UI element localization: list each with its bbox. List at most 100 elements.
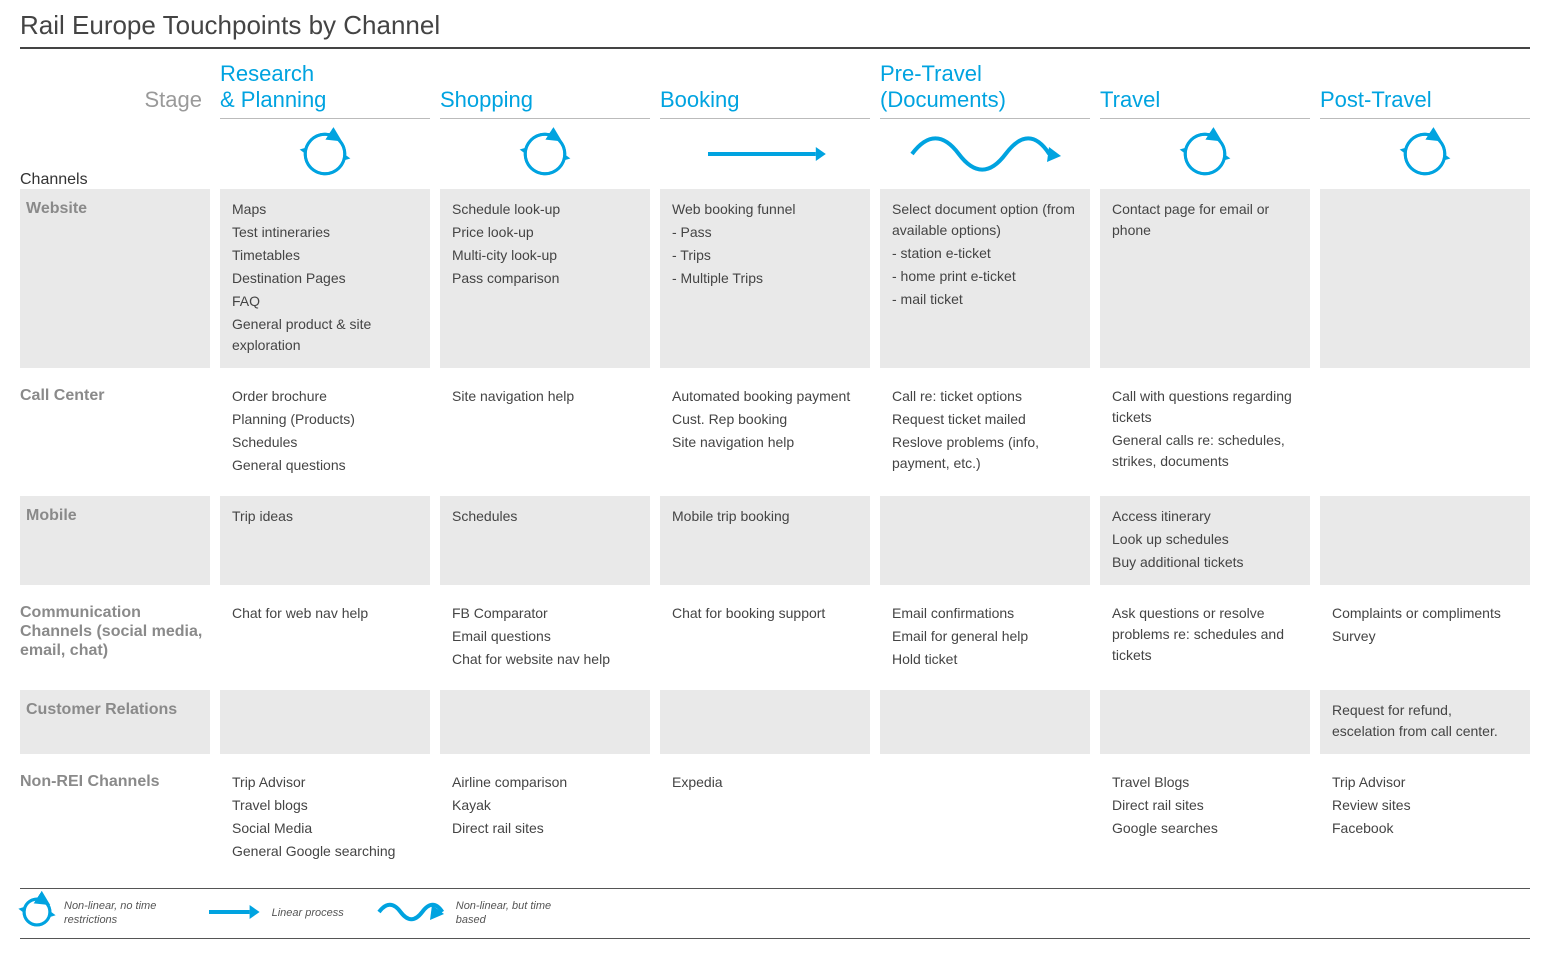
cell-5-1: Airline comparisonKayakDirect rail sites	[440, 762, 650, 874]
cell-4-0	[220, 690, 430, 754]
touchpoint-item: Destination Pages	[232, 268, 418, 289]
cell-3-1: FB ComparatorEmail questionsChat for web…	[440, 593, 650, 682]
cell-1-0: Order brochurePlanning (Products)Schedul…	[220, 376, 430, 488]
arrow-icon	[204, 900, 262, 927]
touchpoint-item: Mobile trip booking	[672, 506, 858, 527]
cell-1-2: Automated booking paymentCust. Rep booki…	[660, 376, 870, 488]
touchpoint-item: Review sites	[1332, 795, 1518, 816]
channels-axis-label: Channels	[20, 119, 210, 189]
touchpoint-item: Google searches	[1112, 818, 1298, 839]
touchpoint-item: Site navigation help	[672, 432, 858, 453]
touchpoint-item: Maps	[232, 199, 418, 220]
legend-item-arrow: Linear process	[204, 900, 344, 927]
cell-0-3: Select document option (from available o…	[880, 189, 1090, 368]
touchpoint-item: Email questions	[452, 626, 638, 647]
touchpoint-item: - mail ticket	[892, 289, 1078, 310]
page-title: Rail Europe Touchpoints by Channel	[20, 10, 1530, 49]
cell-2-2: Mobile trip booking	[660, 496, 870, 585]
touchpoint-item: - Multiple Trips	[672, 268, 858, 289]
channel-label-0: Website	[20, 189, 210, 368]
cell-5-3	[880, 762, 1090, 874]
cell-4-5: Request for refund, escelation from call…	[1320, 690, 1530, 754]
touchpoint-item: Timetables	[232, 245, 418, 266]
cycle-icon	[440, 119, 650, 189]
touchpoint-item: General Google searching	[232, 841, 418, 862]
touchpoint-item: Select document option (from available o…	[892, 199, 1078, 241]
touchpoint-item: Social Media	[232, 818, 418, 839]
touchpoint-item: Web booking funnel	[672, 199, 858, 220]
stage-axis-label: Stage	[20, 57, 210, 119]
touchpoint-item: Call with questions regarding tickets	[1112, 386, 1298, 428]
cell-2-3	[880, 496, 1090, 585]
touchpoint-item: - home print e-ticket	[892, 266, 1078, 287]
cell-5-5: Trip AdvisorReview sitesFacebook	[1320, 762, 1530, 874]
touchpoint-item: Contact page for email or phone	[1112, 199, 1298, 241]
touchpoint-item: Travel Blogs	[1112, 772, 1298, 793]
cell-0-0: MapsTest intinerariesTimetablesDestinati…	[220, 189, 430, 368]
cycle-icon	[20, 895, 54, 932]
touchpoint-item: Trip Advisor	[1332, 772, 1518, 793]
touchpoint-item: Planning (Products)	[232, 409, 418, 430]
touchpoint-item: Look up schedules	[1112, 529, 1298, 550]
stage-header-1: Shopping	[440, 57, 650, 119]
channel-label-2: Mobile	[20, 496, 210, 585]
touchpoint-item: Chat for website nav help	[452, 649, 638, 670]
cell-0-4: Contact page for email or phone	[1100, 189, 1310, 368]
touchpoint-item: Call re: ticket options	[892, 386, 1078, 407]
touchpoint-item: General product & site exploration	[232, 314, 418, 356]
touchpoint-item: Email for general help	[892, 626, 1078, 647]
touchpoint-item: Ask questions or resolve problems re: sc…	[1112, 603, 1298, 666]
touchpoint-item: Reslove problems (info, payment, etc.)	[892, 432, 1078, 474]
stage-header-5: Post-Travel	[1320, 57, 1530, 119]
cell-3-2: Chat for booking support	[660, 593, 870, 682]
touchpoint-item: Direct rail sites	[452, 818, 638, 839]
touchpoint-item: Test intineraries	[232, 222, 418, 243]
legend-text: Non-linear, no time restrictions	[64, 900, 174, 926]
cell-2-4: Access itineraryLook up schedulesBuy add…	[1100, 496, 1310, 585]
touchpoint-item: Expedia	[672, 772, 858, 793]
legend-item-cycle: Non-linear, no time restrictions	[20, 895, 174, 932]
wave-icon	[880, 119, 1090, 189]
stage-header-0: Research& Planning	[220, 57, 430, 119]
legend-text: Linear process	[272, 907, 344, 920]
touchpoint-item: FAQ	[232, 291, 418, 312]
cell-1-5	[1320, 376, 1530, 488]
touchpoint-item: Cust. Rep booking	[672, 409, 858, 430]
cell-3-0: Chat for web nav help	[220, 593, 430, 682]
touchpoint-item: Request for refund, escelation from call…	[1332, 700, 1518, 742]
cell-4-4	[1100, 690, 1310, 754]
touchpoint-item: Survey	[1332, 626, 1518, 647]
touchpoint-item: - Pass	[672, 222, 858, 243]
touchpoint-item: Chat for web nav help	[232, 603, 418, 624]
touchpoint-item: Schedules	[452, 506, 638, 527]
cell-4-1	[440, 690, 650, 754]
cell-0-1: Schedule look-upPrice look-upMulti-city …	[440, 189, 650, 368]
touchpoint-item: Access itinerary	[1112, 506, 1298, 527]
cell-5-4: Travel BlogsDirect rail sitesGoogle sear…	[1100, 762, 1310, 874]
cell-3-3: Email confirmationsEmail for general hel…	[880, 593, 1090, 682]
touchpoint-item: Trip ideas	[232, 506, 418, 527]
touchpoint-item: Multi-city look-up	[452, 245, 638, 266]
cell-3-5: Complaints or complimentsSurvey	[1320, 593, 1530, 682]
touchpoint-item: Trip Advisor	[232, 772, 418, 793]
touchpoint-item: Direct rail sites	[1112, 795, 1298, 816]
touchpoint-item: Kayak	[452, 795, 638, 816]
touchpoint-item: General questions	[232, 455, 418, 476]
legend-item-wave: Non-linear, but time based	[374, 900, 566, 927]
cell-4-2	[660, 690, 870, 754]
cell-0-2: Web booking funnel- Pass- Trips- Multipl…	[660, 189, 870, 368]
cell-5-0: Trip AdvisorTravel blogsSocial MediaGene…	[220, 762, 430, 874]
cell-5-2: Expedia	[660, 762, 870, 874]
cycle-icon	[1320, 119, 1530, 189]
arrow-icon	[660, 119, 870, 189]
touchpoint-item: Travel blogs	[232, 795, 418, 816]
cycle-icon	[220, 119, 430, 189]
cell-0-5	[1320, 189, 1530, 368]
touchpoints-grid: StageResearch& PlanningShoppingBookingPr…	[20, 57, 1530, 874]
legend: Non-linear, no time restrictions Linear …	[20, 888, 1530, 939]
touchpoint-item: Complaints or compliments	[1332, 603, 1518, 624]
touchpoint-item: General calls re: schedules, strikes, do…	[1112, 430, 1298, 472]
touchpoint-item: - Trips	[672, 245, 858, 266]
channel-label-1: Call Center	[20, 376, 210, 488]
touchpoint-item: FB Comparator	[452, 603, 638, 624]
